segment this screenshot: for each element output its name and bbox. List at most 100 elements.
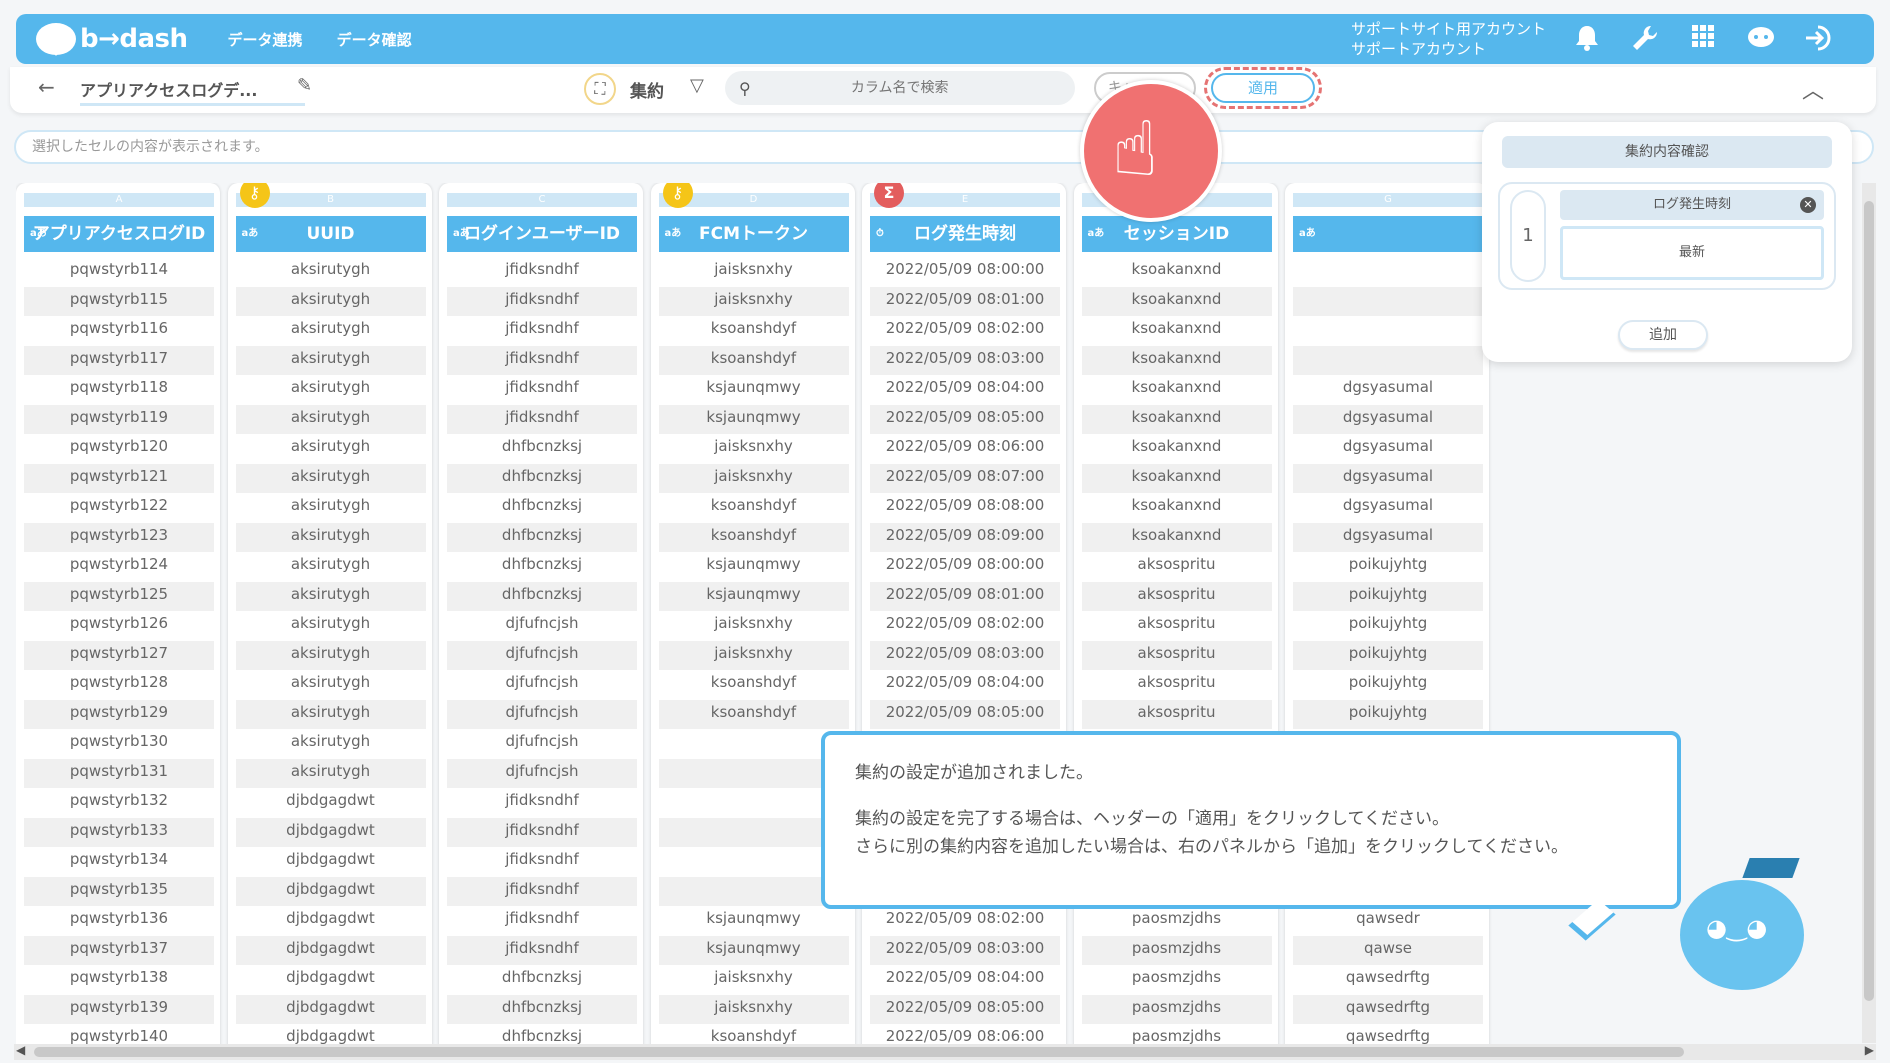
- column-header[interactable]: aあ UUID: [235, 216, 426, 252]
- table-cell[interactable]: jaisksnxhy: [658, 257, 849, 287]
- table-cell[interactable]: dhfbcnzksj: [447, 552, 637, 582]
- table-cell[interactable]: pqwstyrb136: [24, 906, 214, 936]
- table-cell[interactable]: pqwstyrb125: [24, 581, 214, 611]
- table-cell[interactable]: djbdgagdwt: [235, 965, 426, 995]
- table-cell[interactable]: djfufncjsh: [447, 729, 637, 759]
- table-cell[interactable]: pqwstyrb128: [24, 670, 214, 700]
- edit-pencil-icon[interactable]: ✎: [297, 75, 312, 96]
- table-cell[interactable]: poikujyhtg: [1293, 699, 1483, 729]
- table-cell[interactable]: 2022/05/09 08:05:00: [870, 994, 1060, 1024]
- table-cell[interactable]: ksoakanxnd: [1081, 463, 1272, 493]
- table-cell[interactable]: pqwstyrb137: [24, 935, 214, 965]
- table-cell[interactable]: djbdgagdwt: [235, 788, 426, 818]
- table-cell[interactable]: 2022/05/09 08:01:00: [870, 581, 1060, 611]
- table-cell[interactable]: aksirutygh: [235, 493, 426, 523]
- table-cell[interactable]: ksoakanxnd: [1081, 404, 1272, 434]
- table-cell[interactable]: pqwstyrb118: [24, 375, 214, 405]
- table-cell[interactable]: jaisksnxhy: [658, 965, 849, 995]
- table-cell[interactable]: 2022/05/09 08:02:00: [870, 611, 1060, 641]
- table-cell[interactable]: aksirutygh: [235, 463, 426, 493]
- table-cell[interactable]: pqwstyrb130: [24, 729, 214, 759]
- table-cell[interactable]: 2022/05/09 08:04:00: [870, 670, 1060, 700]
- table-cell[interactable]: 2022/05/09 08:08:00: [870, 493, 1060, 523]
- table-cell[interactable]: pqwstyrb132: [24, 788, 214, 818]
- column-header[interactable]: aあ アプリアクセスログID: [24, 216, 214, 252]
- vertical-scroll-thumb[interactable]: [1864, 201, 1874, 1001]
- table-cell[interactable]: aksospritu: [1081, 640, 1272, 670]
- table-cell[interactable]: pqwstyrb135: [24, 876, 214, 906]
- aggregate-icon[interactable]: ⛶: [584, 73, 616, 105]
- back-arrow-icon[interactable]: ←: [38, 75, 55, 99]
- table-cell[interactable]: pqwstyrb121: [24, 463, 214, 493]
- table-cell[interactable]: aksirutygh: [235, 640, 426, 670]
- table-cell[interactable]: djfufncjsh: [447, 670, 637, 700]
- table-cell[interactable]: djfufncjsh: [447, 699, 637, 729]
- table-cell[interactable]: dhfbcnzksj: [447, 965, 637, 995]
- table-cell[interactable]: jfidksndhf: [447, 257, 637, 287]
- column-letter[interactable]: G: [1293, 193, 1483, 207]
- table-cell[interactable]: ksjaunqmwy: [658, 375, 849, 405]
- table-cell[interactable]: dhfbcnzksj: [447, 493, 637, 523]
- table-cell[interactable]: aksirutygh: [235, 404, 426, 434]
- apply-button[interactable]: 適用: [1211, 73, 1315, 103]
- scroll-left-icon[interactable]: ◀: [16, 1043, 25, 1057]
- table-cell[interactable]: dgsyasumal: [1293, 404, 1483, 434]
- table-cell[interactable]: jaisksnxhy: [658, 611, 849, 641]
- brand-logo[interactable]: b→dash: [36, 23, 188, 56]
- table-cell[interactable]: ksoakanxnd: [1081, 375, 1272, 405]
- table-cell[interactable]: jfidksndhf: [447, 788, 637, 818]
- table-cell[interactable]: aksirutygh: [235, 611, 426, 641]
- table-cell[interactable]: pqwstyrb123: [24, 522, 214, 552]
- table-cell[interactable]: paosmzjdhs: [1081, 935, 1272, 965]
- table-cell[interactable]: pqwstyrb116: [24, 316, 214, 346]
- table-cell[interactable]: qawsedrftg: [1293, 994, 1483, 1024]
- table-cell[interactable]: pqwstyrb138: [24, 965, 214, 995]
- table-cell[interactable]: djfufncjsh: [447, 758, 637, 788]
- table-cell[interactable]: jfidksndhf: [447, 375, 637, 405]
- table-cell[interactable]: qawse: [1293, 935, 1483, 965]
- table-cell[interactable]: ksoanshdyf: [658, 699, 849, 729]
- table-cell[interactable]: ksjaunqmwy: [658, 552, 849, 582]
- table-cell[interactable]: 2022/05/09 08:02:00: [870, 316, 1060, 346]
- nav-data-integration[interactable]: データ連携: [228, 29, 303, 50]
- table-cell[interactable]: aksospritu: [1081, 581, 1272, 611]
- table-cell[interactable]: aksirutygh: [235, 699, 426, 729]
- table-cell[interactable]: ksoanshdyf: [658, 670, 849, 700]
- table-cell[interactable]: dgsyasumal: [1293, 493, 1483, 523]
- filter-icon[interactable]: ▽: [690, 75, 704, 96]
- table-cell[interactable]: dgsyasumal: [1293, 375, 1483, 405]
- table-cell[interactable]: 2022/05/09 08:00:00: [870, 552, 1060, 582]
- table-cell[interactable]: jaisksnxhy: [658, 994, 849, 1024]
- table-cell[interactable]: paosmzjdhs: [1081, 994, 1272, 1024]
- table-cell[interactable]: pqwstyrb124: [24, 552, 214, 582]
- table-cell[interactable]: djfufncjsh: [447, 640, 637, 670]
- table-cell[interactable]: pqwstyrb140: [24, 1024, 214, 1045]
- grid-icon[interactable]: [1688, 24, 1718, 54]
- table-cell[interactable]: 2022/05/09 08:05:00: [870, 404, 1060, 434]
- table-cell[interactable]: aksirutygh: [235, 345, 426, 375]
- table-cell[interactable]: jfidksndhf: [447, 935, 637, 965]
- table-cell[interactable]: dhfbcnzksj: [447, 994, 637, 1024]
- table-cell[interactable]: pqwstyrb133: [24, 817, 214, 847]
- table-cell[interactable]: 2022/05/09 08:04:00: [870, 375, 1060, 405]
- table-cell[interactable]: jaisksnxhy: [658, 640, 849, 670]
- table-cell[interactable]: jaisksnxhy: [658, 434, 849, 464]
- table-cell[interactable]: jfidksndhf: [447, 906, 637, 936]
- table-cell[interactable]: poikujyhtg: [1293, 640, 1483, 670]
- table-cell[interactable]: [658, 758, 849, 788]
- chat-icon[interactable]: [1746, 24, 1776, 54]
- collapse-chevron-icon[interactable]: ︿: [1802, 73, 1824, 105]
- table-cell[interactable]: dhfbcnzksj: [447, 434, 637, 464]
- column-search-input[interactable]: [764, 80, 1035, 96]
- column-letter[interactable]: A: [24, 193, 214, 207]
- table-cell[interactable]: paosmzjdhs: [1081, 1024, 1272, 1045]
- table-cell[interactable]: ksoanshdyf: [658, 493, 849, 523]
- table-cell[interactable]: aksirutygh: [235, 552, 426, 582]
- account-info[interactable]: サポートサイト用アカウント サポートアカウント: [1351, 19, 1546, 59]
- table-cell[interactable]: ksoanshdyf: [658, 316, 849, 346]
- table-cell[interactable]: jaisksnxhy: [658, 463, 849, 493]
- table-cell[interactable]: dgsyasumal: [1293, 463, 1483, 493]
- table-cell[interactable]: ksoakanxnd: [1081, 493, 1272, 523]
- table-cell[interactable]: dgsyasumal: [1293, 522, 1483, 552]
- table-cell[interactable]: djbdgagdwt: [235, 935, 426, 965]
